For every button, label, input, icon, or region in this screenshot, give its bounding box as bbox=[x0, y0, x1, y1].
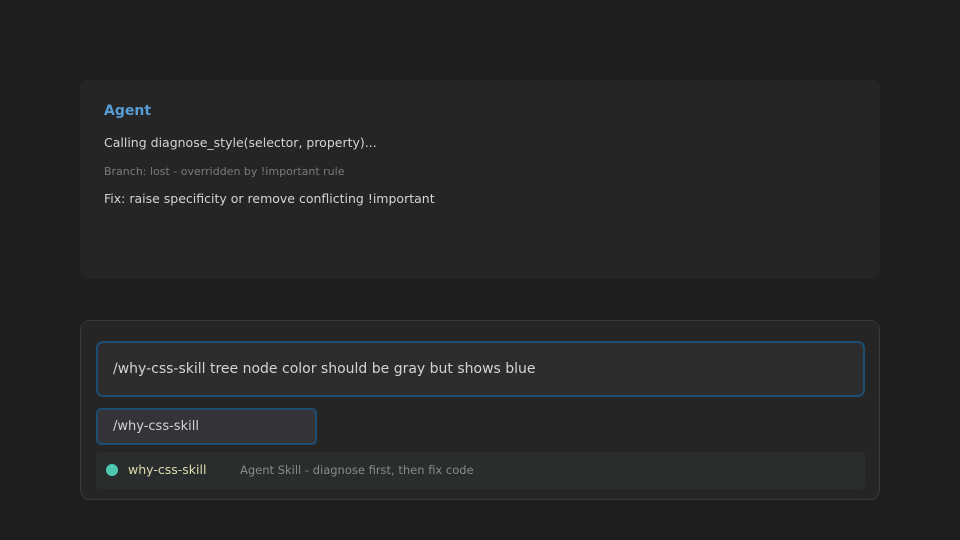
skill-suggestion-item[interactable]: why-css-skill Agent Skill - diagnose fir… bbox=[96, 452, 865, 489]
agent-fix-line: Fix: raise specificity or remove conflic… bbox=[104, 191, 435, 206]
chat-input-panel: /why-css-skill tree node color should be… bbox=[80, 320, 880, 500]
agent-panel: Agent Calling diagnose_style(selector, p… bbox=[80, 80, 880, 279]
skill-description: Agent Skill - diagnose first, then fix c… bbox=[240, 463, 474, 477]
agent-branch-line: Branch: lost - overridden by !important … bbox=[104, 165, 345, 178]
prompt-input[interactable]: /why-css-skill tree node color should be… bbox=[96, 341, 865, 397]
agent-title: Agent bbox=[104, 103, 152, 119]
status-dot-icon bbox=[106, 464, 118, 476]
command-chip[interactable]: /why-css-skill bbox=[96, 408, 317, 445]
agent-call-line: Calling diagnose_style(selector, propert… bbox=[104, 135, 377, 150]
skill-name: why-css-skill bbox=[128, 462, 207, 477]
